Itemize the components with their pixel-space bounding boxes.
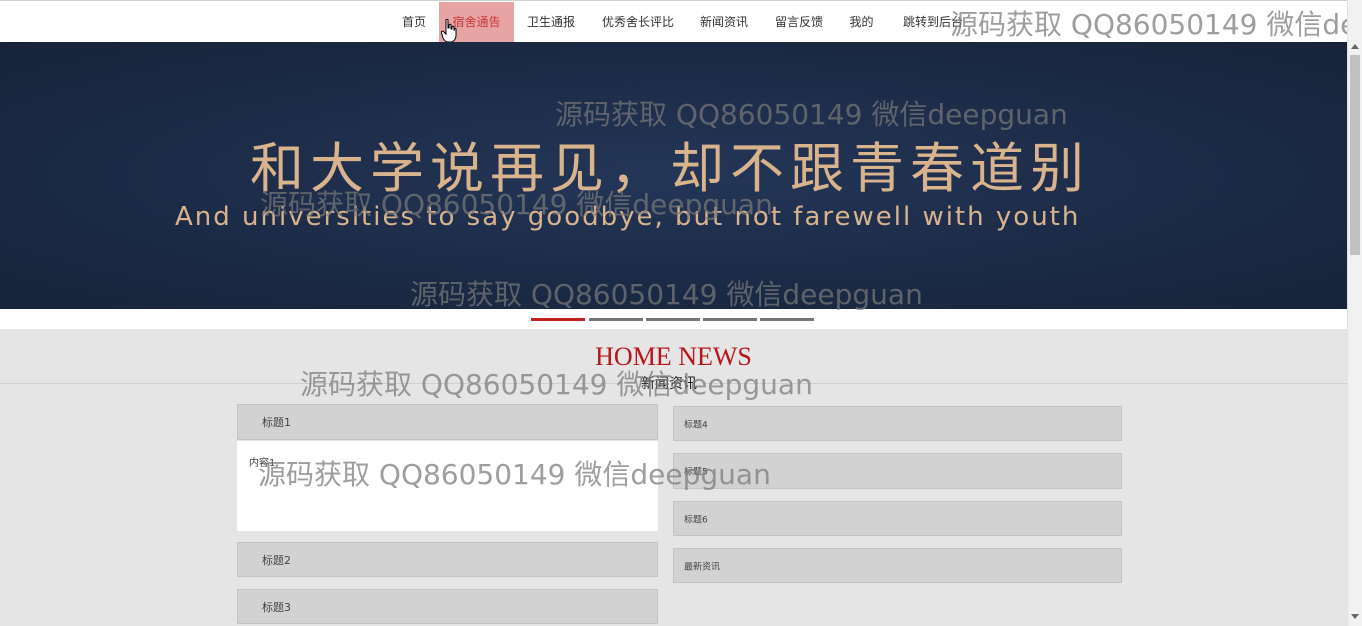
- scroll-up-arrow-icon[interactable]: [1351, 44, 1359, 49]
- carousel-dot-2[interactable]: [589, 318, 643, 321]
- nav-admin[interactable]: 跳转到后台: [895, 2, 971, 42]
- news-accordion-header-2[interactable]: 标题2: [237, 542, 658, 577]
- news-content: 内容1: [249, 458, 276, 469]
- news-title: 标题6: [684, 515, 708, 525]
- banner-subline: And universities to say goodbye, but not…: [175, 202, 1081, 232]
- news-list-item-5[interactable]: 标题5: [673, 453, 1122, 489]
- news-title: 标题2: [262, 553, 291, 567]
- banner-headline: 和大学说再见，却不跟青春道别: [250, 137, 1090, 200]
- hero-banner[interactable]: 和大学说再见，却不跟青春道别 And universities to say g…: [0, 42, 1347, 309]
- carousel-dot-3[interactable]: [646, 318, 700, 321]
- nav-home[interactable]: 首页: [395, 2, 433, 42]
- section-subtitle: 新闻资讯: [636, 373, 702, 395]
- nav-feedback[interactable]: 留言反馈: [768, 2, 830, 42]
- news-accordion-header-1[interactable]: 标题1: [237, 404, 658, 440]
- carousel-dot-5[interactable]: [760, 318, 814, 321]
- news-list-item-latest[interactable]: 最新资讯: [673, 548, 1122, 583]
- carousel-dot-4[interactable]: [703, 318, 757, 321]
- news-accordion-header-3[interactable]: 标题3: [237, 589, 658, 624]
- top-navigation: 首页 宿舍通告 卫生通报 优秀舍长评比 新闻资讯 留言反馈 我的 跳转到后台: [0, 0, 1347, 43]
- news-title: 标题4: [684, 420, 708, 430]
- news-title: 标题3: [262, 600, 291, 614]
- scrollbar-thumb[interactable]: [1350, 55, 1360, 255]
- nav-hygiene-report[interactable]: 卫生通报: [520, 2, 582, 42]
- scroll-down-arrow-icon[interactable]: [1351, 614, 1359, 619]
- page: 首页 宿舍通告 卫生通报 优秀舍长评比 新闻资讯 留言反馈 我的 跳转到后台 和…: [0, 0, 1347, 626]
- news-title: 最新资讯: [684, 562, 721, 572]
- nav-dorm-leader-vote[interactable]: 优秀舍长评比: [595, 2, 681, 42]
- news-list-item-6[interactable]: 标题6: [673, 501, 1122, 536]
- news-title: 标题5: [684, 467, 708, 478]
- news-accordion-body-1: 内容1: [237, 441, 658, 531]
- nav-news[interactable]: 新闻资讯: [693, 2, 755, 42]
- vertical-scrollbar[interactable]: [1347, 0, 1362, 626]
- carousel-dot-1[interactable]: [531, 318, 585, 321]
- hand-cursor-icon: [441, 19, 457, 43]
- news-title: 标题1: [262, 416, 291, 429]
- nav-mine[interactable]: 我的: [843, 2, 880, 42]
- news-list-item-4[interactable]: 标题4: [673, 406, 1122, 441]
- section-title: HOME NEWS: [595, 342, 752, 371]
